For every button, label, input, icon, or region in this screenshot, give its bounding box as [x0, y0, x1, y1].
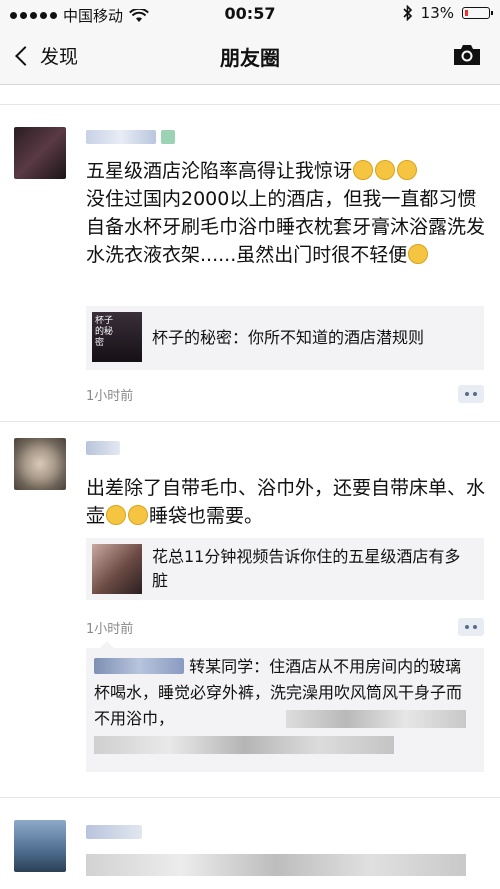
camera-icon[interactable]	[452, 44, 482, 66]
blurred-name	[86, 441, 120, 455]
status-bar: 中国移动 00:57 13%	[0, 0, 500, 28]
blurred-commenter[interactable]	[94, 658, 184, 674]
link-title: 杯子的秘密：你所不知道的酒店潜规则	[152, 328, 425, 347]
poster-name[interactable]	[86, 824, 142, 844]
thumbnail-label: 杯子的秘密	[95, 316, 114, 348]
astonished-emoji-icon	[375, 160, 396, 180]
blurred-name-emoji	[161, 130, 176, 144]
dot-icon	[465, 625, 469, 629]
moment-post	[0, 798, 500, 889]
page-title: 朋友圈	[220, 46, 280, 70]
dot-icon	[473, 392, 477, 396]
moment-post: 出差除了自带毛巾、浴巾外，还要自带床单、水壶 睡袋也需要。 花总11分钟视频告诉你…	[0, 422, 500, 797]
blurred-comment-text	[286, 710, 466, 728]
crying-emoji-icon	[408, 244, 429, 264]
post-text: 出差除了自带毛巾、浴巾外，还要自带床单、水壶 睡袋也需要。	[86, 474, 490, 530]
battery-percent: 13%	[420, 4, 454, 22]
link-card[interactable]: 花总11分钟视频告诉你住的五星级酒店有多脏	[86, 538, 484, 600]
blurred-name	[86, 825, 142, 839]
nav-bar: 发现 朋友圈	[0, 28, 500, 85]
link-title: 花总11分钟视频告诉你住的五星级酒店有多脏	[152, 547, 461, 590]
link-thumbnail: 杯子的秘密	[92, 312, 142, 362]
blurred-name	[86, 130, 156, 144]
status-right: 13%	[403, 4, 493, 22]
post-text-line-1: 五星级酒店沦陷率高得让我惊讶	[86, 160, 353, 182]
relieved-emoji-icon	[106, 505, 127, 525]
poster-name[interactable]	[86, 440, 120, 460]
more-actions-button[interactable]	[458, 618, 484, 636]
battery-icon	[462, 7, 493, 19]
poster-name[interactable]	[86, 129, 176, 149]
link-thumbnail	[92, 544, 142, 594]
blurred-comment-text	[94, 736, 394, 754]
avatar[interactable]	[14, 820, 66, 872]
post-time: 1小时前	[86, 622, 134, 637]
astonished-emoji-icon	[353, 160, 374, 180]
relieved-emoji-icon	[128, 505, 149, 525]
more-actions-button[interactable]	[458, 385, 484, 403]
link-card[interactable]: 杯子的秘密 杯子的秘密：你所不知道的酒店潜规则	[86, 306, 484, 370]
blurred-post-text	[86, 854, 466, 876]
dot-icon	[473, 625, 477, 629]
astonished-emoji-icon	[397, 160, 418, 180]
comment-arrow	[100, 641, 114, 648]
moment-post: 五星级酒店沦陷率高得让我惊讶 没住过国内2000以上的酒店，但我一直都习惯自备水…	[0, 105, 500, 421]
post-text: 五星级酒店沦陷率高得让我惊讶 没住过国内2000以上的酒店，但我一直都习惯自备水…	[86, 157, 490, 269]
bluetooth-icon	[403, 5, 412, 21]
avatar[interactable]	[14, 127, 66, 179]
post-time: 1小时前	[86, 389, 134, 404]
post-text-line-2: 睡袋也需要。	[149, 505, 264, 527]
comment-box: 转某同学：住酒店从不用房间内的玻璃杯喝水，睡觉必穿外裤，洗完澡用吹风筒风干身子而…	[86, 648, 484, 772]
avatar[interactable]	[14, 438, 66, 490]
dot-icon	[465, 392, 469, 396]
